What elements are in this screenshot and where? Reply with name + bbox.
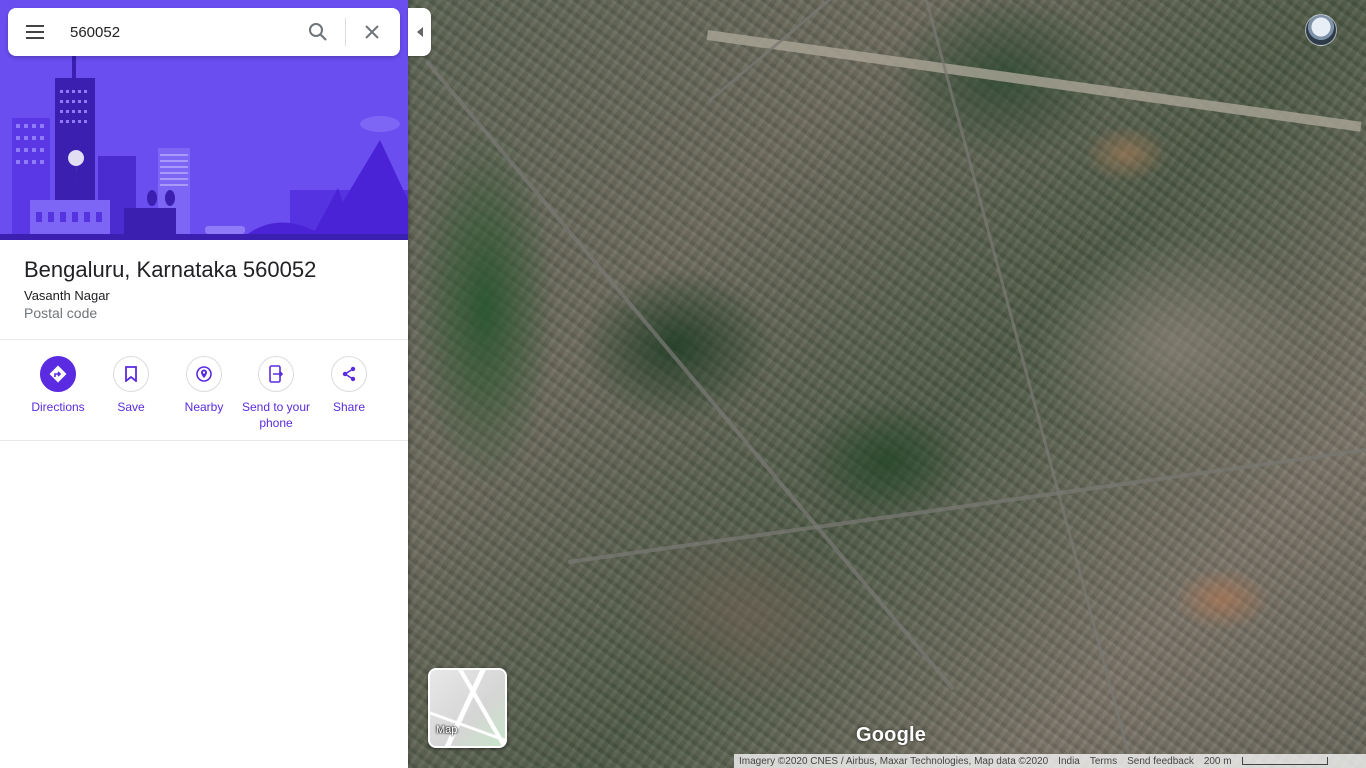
road: [424, 60, 956, 691]
nearby-button[interactable]: Nearby: [168, 356, 240, 415]
place-locality: Vasanth Nagar: [24, 288, 110, 303]
road: [568, 445, 1366, 564]
send-to-phone-button[interactable]: Send to your phone: [240, 356, 312, 431]
railway-track: [706, 30, 1362, 132]
close-icon: [365, 25, 379, 39]
search-icon: [309, 23, 327, 41]
map-layer-toggle[interactable]: Map: [428, 668, 507, 748]
terms-link[interactable]: Terms: [1090, 756, 1117, 767]
place-panel: Bengaluru, Karnataka 560052 Vasanth Naga…: [0, 0, 408, 768]
directions-label: Directions: [31, 400, 85, 414]
menu-button[interactable]: [22, 20, 50, 44]
save-button[interactable]: Save: [95, 356, 167, 415]
place-category: Postal code: [24, 305, 98, 321]
share-button[interactable]: Share: [313, 356, 385, 415]
save-label: Save: [117, 400, 145, 414]
map-footer: Imagery ©2020 CNES / Airbus, Maxar Techn…: [734, 754, 1366, 768]
google-logo: Google: [856, 724, 927, 746]
map-layer-label: Map: [436, 724, 458, 736]
imagery-attribution: Imagery ©2020 CNES / Airbus, Maxar Techn…: [739, 755, 1049, 767]
satellite-map[interactable]: [408, 0, 1366, 768]
region-link[interactable]: India: [1058, 756, 1080, 767]
nearby-icon: [196, 366, 212, 382]
road: [925, 0, 1141, 768]
send-feedback-link[interactable]: Send feedback: [1127, 756, 1194, 767]
collapse-panel-button[interactable]: [408, 8, 431, 56]
search-button[interactable]: [304, 18, 332, 46]
send-to-phone-label: Send to your phone: [241, 400, 311, 430]
nearby-label: Nearby: [184, 400, 224, 414]
search-divider: [345, 18, 346, 46]
clear-search-button[interactable]: [358, 18, 386, 46]
menu-icon: [26, 25, 44, 27]
divider: [0, 440, 408, 441]
send-to-phone-icon: [269, 365, 284, 383]
share-icon: [342, 366, 356, 382]
directions-button[interactable]: Directions: [22, 356, 94, 415]
avatar[interactable]: [1305, 14, 1337, 46]
bookmark-icon: [125, 366, 137, 382]
scale-bar: [1241, 757, 1328, 765]
search-input[interactable]: [70, 18, 300, 46]
search-box: [8, 8, 400, 56]
collapse-arrow-icon: [416, 27, 423, 37]
place-title: Bengaluru, Karnataka 560052: [24, 257, 317, 282]
scale-label[interactable]: 200 m: [1204, 756, 1232, 767]
directions-icon: [49, 365, 67, 383]
divider: [0, 339, 408, 340]
share-label: Share: [332, 400, 366, 414]
